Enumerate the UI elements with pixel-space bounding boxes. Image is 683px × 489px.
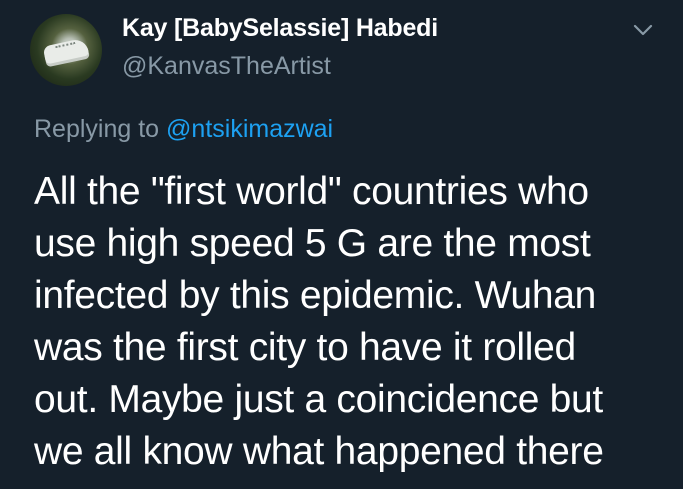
tweet-text-line: infected by this epidemic. Wuhan [34,274,596,317]
display-name[interactable]: Kay [BabySelassie] Habedi [122,14,438,43]
tweet-text-line: out. Maybe just a coincidence but [34,378,603,421]
avatar[interactable] [30,14,102,86]
tweet-text-line: was the first city to have it rolled [34,326,576,369]
tweet-text-line: All the "first world" countries who [34,170,589,213]
reply-mention-link[interactable]: @ntsikimazwai [166,115,333,143]
tweet-text-line: use high speed 5 G are the most [34,222,591,265]
tweet: Kay [BabySelassie] Habedi @KanvasTheArti… [0,0,683,489]
replying-to: Replying to @ntsikimazwai [34,115,333,144]
tweet-body: All the "first world" countries who use … [34,166,674,478]
user-handle[interactable]: @KanvasTheArtist [122,52,331,81]
replying-to-label: Replying to [34,115,167,143]
tweet-text-line: we all know what happened there [34,430,604,473]
chevron-down-icon[interactable] [632,22,654,38]
